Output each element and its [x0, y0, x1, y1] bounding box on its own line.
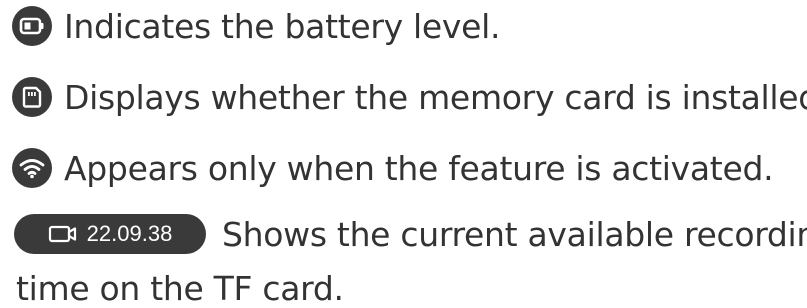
wifi-icon [12, 148, 52, 188]
battery-icon [12, 6, 52, 46]
memory-card-icon [12, 77, 52, 117]
recording-time-badge: 22.09.38 [14, 214, 206, 254]
video-camera-icon [48, 224, 78, 244]
recording-time: 22.09.38 [86, 221, 173, 246]
recording-description: Shows the current available recording [222, 214, 807, 254]
battery-item: Indicates the battery level. [12, 6, 501, 46]
wifi-description: Appears only when the feature is activat… [64, 148, 774, 188]
memory-card-item: Displays whether the memory card is inst… [12, 77, 807, 117]
recording-description-continued: time on the TF card. [16, 269, 344, 308]
wifi-item: Appears only when the feature is activat… [12, 148, 774, 188]
recording-item: 22.09.38 Shows the current available rec… [14, 214, 807, 254]
memory-card-description: Displays whether the memory card is inst… [64, 77, 807, 117]
battery-description: Indicates the battery level. [64, 6, 501, 46]
